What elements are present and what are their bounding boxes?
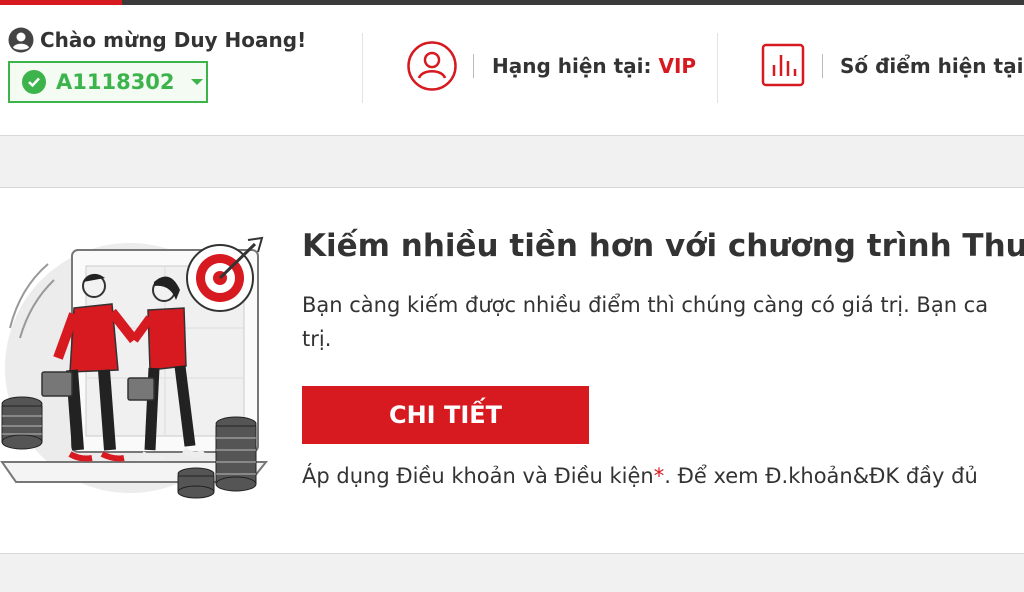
account-header: Chào mừng Duy Hoang! A1118302 Hạng hiện … [0, 5, 1024, 136]
promo-card: Kiếm nhiều tiền hơn với chương trình Thư… [0, 188, 1024, 554]
divider [822, 54, 823, 78]
terms-text: Áp dụng Điều khoản và Điều kiện*. Để xem… [302, 464, 978, 488]
points-label: Số điểm hiện tại: [840, 54, 1024, 78]
promo-title: Kiếm nhiều tiền hơn với chương trình Thư [302, 228, 1024, 264]
current-rank: Hạng hiện tại: VIP [492, 54, 696, 78]
divider [362, 33, 363, 103]
spacer-band [0, 136, 1024, 188]
chevron-down-icon [190, 79, 203, 85]
promo-description: Bạn càng kiếm được nhiều điểm thì chúng … [302, 293, 989, 351]
terms-asterisk: * [653, 464, 665, 488]
divider [717, 33, 718, 103]
terms-link-text[interactable]: Áp dụng Điều khoản và Điều kiện [302, 464, 654, 488]
user-circle-icon [407, 41, 457, 91]
account-selector[interactable]: A1118302 [8, 61, 208, 103]
check-icon [22, 70, 46, 94]
bar-chart-icon [761, 43, 805, 87]
rank-value: VIP [658, 54, 697, 78]
account-number: A1118302 [56, 70, 175, 94]
user-icon [8, 27, 34, 53]
current-points: Số điểm hiện tại: [840, 54, 1024, 78]
details-button[interactable]: CHI TIẾT [302, 386, 589, 444]
handshake-illustration [0, 236, 269, 499]
divider [473, 54, 474, 78]
rank-label: Hạng hiện tại: [492, 54, 659, 78]
greeting: Chào mừng Duy Hoang! [8, 27, 306, 53]
greeting-text: Chào mừng Duy Hoang! [40, 28, 307, 52]
terms-suffix: . Để xem Đ.khoản&ĐK đầy đủ [664, 464, 978, 488]
